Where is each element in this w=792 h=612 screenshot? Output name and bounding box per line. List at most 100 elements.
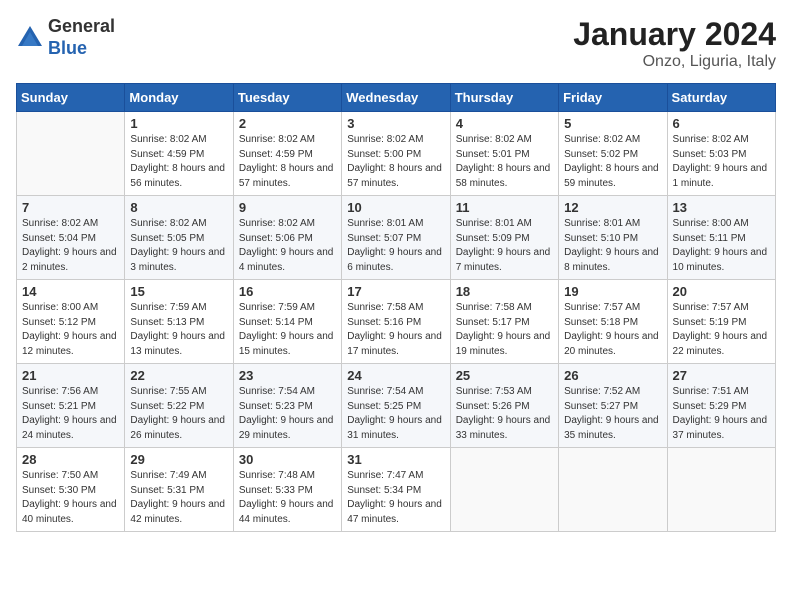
day-info: Sunrise: 8:01 AMSunset: 5:09 PMDaylight:… [456, 217, 553, 275]
day-info: Sunrise: 7:58 AMSunset: 5:17 PMDaylight:… [456, 301, 553, 359]
day-info: Sunrise: 8:02 AMSunset: 5:03 PMDaylight:… [673, 133, 770, 191]
day-cell: 26 Sunrise: 7:52 AMSunset: 5:27 PMDayligh… [559, 364, 667, 448]
logo-text: General Blue [48, 16, 115, 59]
day-cell: 2 Sunrise: 8:02 AMSunset: 4:59 PMDaylight… [233, 112, 341, 196]
day-info: Sunrise: 8:02 AMSunset: 5:01 PMDaylight:… [456, 133, 553, 191]
week-row-5: 28 Sunrise: 7:50 AMSunset: 5:30 PMDayligh… [17, 448, 776, 532]
day-info: Sunrise: 8:01 AMSunset: 5:07 PMDaylight:… [347, 217, 444, 275]
day-info: Sunrise: 7:48 AMSunset: 5:33 PMDaylight:… [239, 469, 336, 527]
day-cell: 10 Sunrise: 8:01 AMSunset: 5:07 PMDayligh… [342, 196, 450, 280]
day-info: Sunrise: 8:02 AMSunset: 5:06 PMDaylight:… [239, 217, 336, 275]
day-number: 13 [673, 200, 770, 215]
day-cell: 25Sunrise: 7:53 AMSunset: 5:26 PMDayligh… [450, 364, 558, 448]
day-cell: 28 Sunrise: 7:50 AMSunset: 5:30 PMDayligh… [17, 448, 125, 532]
week-row-4: 21Sunrise: 7:56 AMSunset: 5:21 PMDayligh… [17, 364, 776, 448]
day-info: Sunrise: 7:49 AMSunset: 5:31 PMDaylight:… [130, 469, 227, 527]
day-cell: 5 Sunrise: 8:02 AMSunset: 5:02 PMDaylight… [559, 112, 667, 196]
weekday-header-tuesday: Tuesday [233, 84, 341, 112]
day-cell: 29 Sunrise: 7:49 AMSunset: 5:31 PMDayligh… [125, 448, 233, 532]
page-header: General Blue January 2024 Onzo, Liguria,… [16, 16, 776, 71]
day-number: 17 [347, 284, 444, 299]
day-cell [17, 112, 125, 196]
day-info: Sunrise: 7:52 AMSunset: 5:27 PMDaylight:… [564, 385, 661, 443]
day-cell: 8Sunrise: 8:02 AMSunset: 5:05 PMDaylight… [125, 196, 233, 280]
weekday-header-saturday: Saturday [667, 84, 775, 112]
day-info: Sunrise: 7:54 AMSunset: 5:23 PMDaylight:… [239, 385, 336, 443]
day-number: 12 [564, 200, 661, 215]
day-info: Sunrise: 7:57 AMSunset: 5:19 PMDaylight:… [673, 301, 770, 359]
week-row-1: 1 Sunrise: 8:02 AMSunset: 4:59 PMDaylight… [17, 112, 776, 196]
day-cell: 15Sunrise: 7:59 AMSunset: 5:13 PMDayligh… [125, 280, 233, 364]
day-number: 29 [130, 452, 227, 467]
day-number: 7 [22, 200, 119, 215]
day-info: Sunrise: 7:59 AMSunset: 5:14 PMDaylight:… [239, 301, 336, 359]
day-cell: 12 Sunrise: 8:01 AMSunset: 5:10 PMDayligh… [559, 196, 667, 280]
day-info: Sunrise: 8:01 AMSunset: 5:10 PMDaylight:… [564, 217, 661, 275]
day-cell: 7 Sunrise: 8:02 AMSunset: 5:04 PMDaylight… [17, 196, 125, 280]
day-cell: 27 Sunrise: 7:51 AMSunset: 5:29 PMDayligh… [667, 364, 775, 448]
calendar-table: SundayMondayTuesdayWednesdayThursdayFrid… [16, 83, 776, 532]
day-cell: 11 Sunrise: 8:01 AMSunset: 5:09 PMDayligh… [450, 196, 558, 280]
week-row-3: 14 Sunrise: 8:00 AMSunset: 5:12 PMDayligh… [17, 280, 776, 364]
day-number: 23 [239, 368, 336, 383]
day-cell: 22Sunrise: 7:55 AMSunset: 5:22 PMDayligh… [125, 364, 233, 448]
day-cell: 24Sunrise: 7:54 AMSunset: 5:25 PMDayligh… [342, 364, 450, 448]
day-number: 30 [239, 452, 336, 467]
day-number: 11 [456, 200, 553, 215]
day-cell [667, 448, 775, 532]
weekday-header-row: SundayMondayTuesdayWednesdayThursdayFrid… [17, 84, 776, 112]
day-info: Sunrise: 8:02 AMSunset: 5:02 PMDaylight:… [564, 133, 661, 191]
day-number: 4 [456, 116, 553, 131]
day-info: Sunrise: 8:02 AMSunset: 5:04 PMDaylight:… [22, 217, 119, 275]
day-cell: 17 Sunrise: 7:58 AMSunset: 5:16 PMDayligh… [342, 280, 450, 364]
day-cell: 20 Sunrise: 7:57 AMSunset: 5:19 PMDayligh… [667, 280, 775, 364]
day-info: Sunrise: 7:59 AMSunset: 5:13 PMDaylight:… [130, 301, 227, 359]
week-row-2: 7 Sunrise: 8:02 AMSunset: 5:04 PMDaylight… [17, 196, 776, 280]
day-cell: 31 Sunrise: 7:47 AMSunset: 5:34 PMDayligh… [342, 448, 450, 532]
weekday-header-monday: Monday [125, 84, 233, 112]
day-number: 31 [347, 452, 444, 467]
day-cell [559, 448, 667, 532]
day-cell: 1 Sunrise: 8:02 AMSunset: 4:59 PMDaylight… [125, 112, 233, 196]
day-number: 10 [347, 200, 444, 215]
day-info: Sunrise: 7:50 AMSunset: 5:30 PMDaylight:… [22, 469, 119, 527]
day-number: 19 [564, 284, 661, 299]
day-cell: 4 Sunrise: 8:02 AMSunset: 5:01 PMDaylight… [450, 112, 558, 196]
weekday-header-thursday: Thursday [450, 84, 558, 112]
day-cell: 14 Sunrise: 8:00 AMSunset: 5:12 PMDayligh… [17, 280, 125, 364]
day-cell: 19 Sunrise: 7:57 AMSunset: 5:18 PMDayligh… [559, 280, 667, 364]
day-info: Sunrise: 7:47 AMSunset: 5:34 PMDaylight:… [347, 469, 444, 527]
day-number: 9 [239, 200, 336, 215]
logo: General Blue [16, 16, 115, 59]
day-number: 26 [564, 368, 661, 383]
day-info: Sunrise: 7:57 AMSunset: 5:18 PMDaylight:… [564, 301, 661, 359]
day-cell: 13Sunrise: 8:00 AMSunset: 5:11 PMDayligh… [667, 196, 775, 280]
day-info: Sunrise: 7:51 AMSunset: 5:29 PMDaylight:… [673, 385, 770, 443]
day-info: Sunrise: 8:02 AMSunset: 5:05 PMDaylight:… [130, 217, 227, 275]
day-info: Sunrise: 7:58 AMSunset: 5:16 PMDaylight:… [347, 301, 444, 359]
weekday-header-friday: Friday [559, 84, 667, 112]
weekday-header-wednesday: Wednesday [342, 84, 450, 112]
day-number: 1 [130, 116, 227, 131]
title-block: January 2024 Onzo, Liguria, Italy [573, 16, 776, 71]
location-subtitle: Onzo, Liguria, Italy [573, 53, 776, 71]
day-number: 2 [239, 116, 336, 131]
day-cell: 21Sunrise: 7:56 AMSunset: 5:21 PMDayligh… [17, 364, 125, 448]
day-number: 14 [22, 284, 119, 299]
day-number: 20 [673, 284, 770, 299]
day-number: 21 [22, 368, 119, 383]
day-info: Sunrise: 8:02 AMSunset: 4:59 PMDaylight:… [130, 133, 227, 191]
day-number: 28 [22, 452, 119, 467]
day-info: Sunrise: 8:00 AMSunset: 5:12 PMDaylight:… [22, 301, 119, 359]
day-number: 18 [456, 284, 553, 299]
day-number: 22 [130, 368, 227, 383]
day-info: Sunrise: 8:02 AMSunset: 4:59 PMDaylight:… [239, 133, 336, 191]
day-cell [450, 448, 558, 532]
day-number: 5 [564, 116, 661, 131]
day-cell: 16Sunrise: 7:59 AMSunset: 5:14 PMDayligh… [233, 280, 341, 364]
month-title: January 2024 [573, 16, 776, 53]
day-cell: 30 Sunrise: 7:48 AMSunset: 5:33 PMDayligh… [233, 448, 341, 532]
day-number: 27 [673, 368, 770, 383]
day-cell: 23 Sunrise: 7:54 AMSunset: 5:23 PMDayligh… [233, 364, 341, 448]
day-info: Sunrise: 8:02 AMSunset: 5:00 PMDaylight:… [347, 133, 444, 191]
